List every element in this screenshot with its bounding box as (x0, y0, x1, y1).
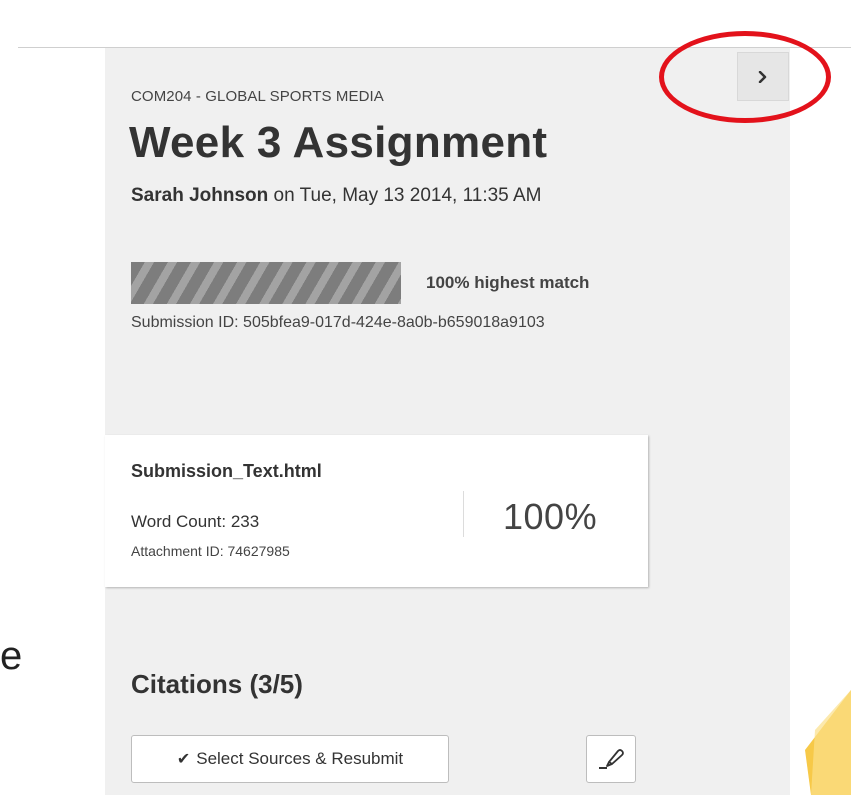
card-divider (463, 491, 464, 537)
attachment-id: Attachment ID: 74627985 (131, 543, 290, 559)
highlighter-icon (599, 749, 624, 769)
annotation-circle (659, 31, 831, 123)
match-percent: 100% (503, 496, 598, 537)
course-name: COM204 - GLOBAL SPORTS MEDIA (131, 88, 384, 105)
corner-decoration (805, 690, 851, 795)
file-card[interactable]: Submission_Text.html Word Count: 233 Att… (105, 435, 648, 587)
submission-id: Submission ID: 505bfea9-017d-424e-8a0b-b… (131, 314, 545, 331)
match-label: 100% highest match (426, 273, 590, 292)
background-letter: e (0, 634, 23, 678)
submission-date: on Tue, May 13 2014, 11:35 AM (268, 185, 542, 206)
citations-heading: Citations (3/5) (131, 669, 303, 699)
page-title: Week 3 Assignment (129, 118, 548, 167)
file-name: Submission_Text.html (131, 461, 322, 481)
select-sources-resubmit-button[interactable]: ✔ Select Sources & Resubmit (131, 735, 449, 783)
word-count: Word Count: 233 (131, 512, 260, 531)
byline: Sarah Johnson on Tue, May 13 2014, 11:35… (131, 180, 651, 211)
resubmit-label: Select Sources & Resubmit (196, 749, 404, 768)
author-name: Sarah Johnson (131, 185, 269, 206)
match-progress-bar (131, 262, 401, 304)
highlighter-button[interactable] (586, 735, 636, 783)
checkmark-icon: ✔ (176, 751, 191, 768)
